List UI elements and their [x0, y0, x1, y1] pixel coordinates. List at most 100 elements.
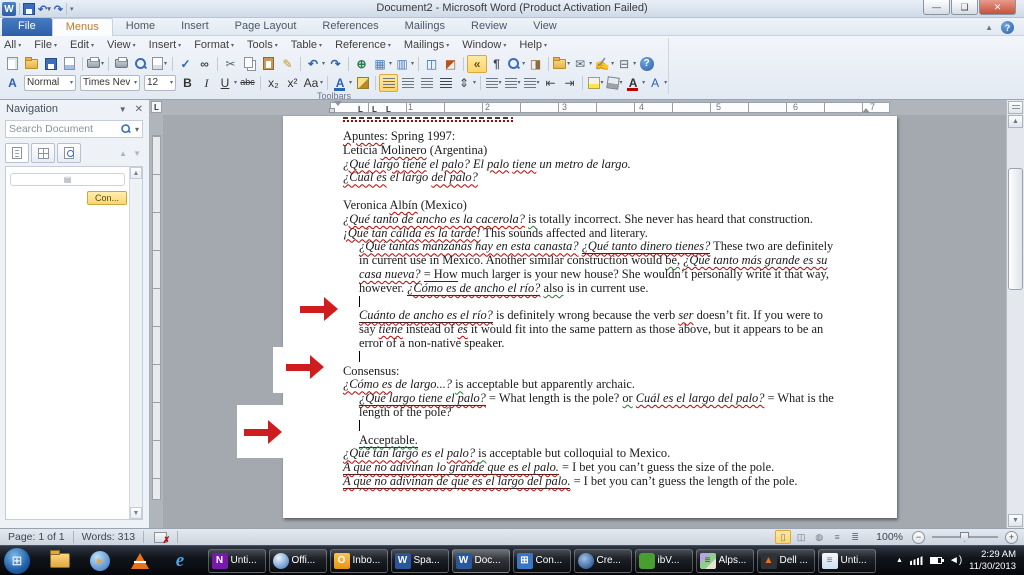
- save-button[interactable]: [41, 55, 60, 73]
- font-select[interactable]: Times Nev ▾: [80, 74, 140, 91]
- tab-review[interactable]: Review: [458, 18, 520, 36]
- tab-stop-selector[interactable]: L: [151, 101, 162, 113]
- taskbar-button[interactable]: ≡ Unti...: [817, 548, 876, 573]
- taskbar-button[interactable]: ibV...: [634, 548, 693, 573]
- taskbar-button[interactable]: N Unti...: [207, 548, 266, 573]
- search-icon[interactable]: [120, 123, 131, 134]
- numbering-button[interactable]: ▾: [484, 74, 503, 92]
- object-box-button[interactable]: ⊟ ▾: [615, 55, 637, 73]
- scroll-down-icon[interactable]: ▼: [130, 507, 142, 519]
- increase-indent-button[interactable]: ⇥: [560, 74, 579, 92]
- view-draft-button[interactable]: ≣: [847, 530, 863, 544]
- folder-tools-button[interactable]: ▾: [552, 55, 571, 73]
- size-select[interactable]: 12 ▾: [144, 74, 176, 91]
- menu-table[interactable]: Table ▾: [291, 39, 322, 51]
- tab-insert[interactable]: Insert: [168, 18, 222, 36]
- page-setup-button[interactable]: ▾: [150, 55, 169, 73]
- tab-stop-marker[interactable]: L: [358, 105, 363, 114]
- cut-button[interactable]: ✂: [221, 55, 240, 73]
- subscript-button[interactable]: x₂: [264, 74, 283, 92]
- restore-button[interactable]: ❑: [951, 0, 978, 15]
- spelling-grammar-button[interactable]: ✓: [176, 55, 195, 73]
- two-pages-view-button[interactable]: ◫: [422, 55, 441, 73]
- tab-stop-marker[interactable]: L: [386, 105, 391, 114]
- horizontal-ruler[interactable]: 1234567LLL: [163, 100, 1006, 115]
- text-highlight-color-button[interactable]: ▾: [586, 74, 605, 92]
- zoom-in-button[interactable]: +: [1005, 530, 1018, 544]
- show-hidden-icons[interactable]: ▲: [896, 557, 903, 564]
- line-spacing-button[interactable]: ⇕ ▾: [455, 74, 477, 92]
- menu-help[interactable]: Help ▾: [519, 39, 547, 51]
- character-border-button[interactable]: A ▾: [646, 74, 668, 92]
- navigation-scrollbar[interactable]: ▲ ▼: [129, 167, 142, 519]
- font-color-button[interactable]: A ▾: [624, 74, 646, 92]
- previous-result-icon[interactable]: ▲: [119, 149, 127, 158]
- multilevel-list-button[interactable]: ▾: [522, 74, 541, 92]
- clock[interactable]: 2:29 AM 11/30/2013: [969, 549, 1016, 572]
- send-mail-button[interactable]: ✉ ▾: [571, 55, 593, 73]
- hanging-indent-marker[interactable]: [329, 108, 335, 113]
- close-button[interactable]: ✕: [979, 0, 1016, 15]
- copy-button[interactable]: [240, 55, 259, 73]
- next-result-icon[interactable]: ▼: [133, 149, 141, 158]
- align-center-button[interactable]: [398, 74, 417, 92]
- taskbar-button[interactable]: Cre...: [573, 548, 632, 573]
- view-ruler-toggle[interactable]: [1008, 101, 1023, 114]
- paste-button[interactable]: [259, 55, 278, 73]
- scrollbar-thumb[interactable]: [1008, 168, 1023, 290]
- bold-button[interactable]: B: [178, 74, 197, 92]
- document-text[interactable]: Apuntes: Spring 1997: Leticia Molinero (A…: [283, 116, 897, 489]
- nav-tab-browse-results[interactable]: [57, 143, 81, 163]
- view-full-screen-reading-button[interactable]: ◫: [793, 530, 809, 544]
- align-left-button[interactable]: [379, 73, 399, 92]
- nav-tab-browse-headings[interactable]: [5, 143, 29, 163]
- zoom-out-button[interactable]: −: [912, 530, 925, 544]
- insert-table-button[interactable]: ▦ ▾: [371, 55, 393, 73]
- network-signal-icon[interactable]: [909, 556, 923, 565]
- toggle-classic-menus-button[interactable]: «: [467, 54, 488, 73]
- insert-hyperlink-button[interactable]: ⊕: [352, 55, 371, 73]
- tab-view[interactable]: View: [520, 18, 570, 36]
- strikethrough-button[interactable]: abc: [238, 74, 257, 92]
- battery-icon[interactable]: [929, 557, 944, 564]
- view-outline-button[interactable]: ≡: [829, 530, 845, 544]
- zoom-slider[interactable]: [932, 532, 998, 542]
- windows-explorer-icon[interactable]: [48, 549, 72, 573]
- undo-button[interactable]: ↶ ▾: [304, 55, 326, 73]
- new-document-button[interactable]: [3, 55, 22, 73]
- tab-stop-marker[interactable]: L: [372, 105, 377, 114]
- media-player-icon[interactable]: ▸: [88, 549, 112, 573]
- print-button[interactable]: [112, 55, 131, 73]
- format-painter-button[interactable]: ✎: [278, 55, 297, 73]
- zoom-level[interactable]: 100%: [876, 531, 903, 543]
- navigation-heading-item[interactable]: ▤: [10, 173, 125, 186]
- help-button[interactable]: ?: [637, 55, 656, 73]
- menu-view[interactable]: View ▾: [107, 39, 136, 51]
- menu-edit[interactable]: Edit ▾: [70, 39, 94, 51]
- highlight-pen-button[interactable]: [353, 74, 372, 92]
- view-web-layout-button[interactable]: ◍: [811, 530, 827, 544]
- view-print-layout-button[interactable]: ▯: [775, 530, 792, 544]
- close-pane-icon[interactable]: ✕: [135, 104, 143, 115]
- taskbar-button[interactable]: ▲ Dell ...: [756, 548, 815, 573]
- superscript-button[interactable]: x²: [283, 74, 302, 92]
- italic-button[interactable]: I: [197, 74, 216, 92]
- bullets-button[interactable]: ▾: [503, 74, 522, 92]
- formatting-marks-button[interactable]: ¶: [487, 55, 506, 73]
- menu-all[interactable]: All ▾: [4, 39, 21, 51]
- zoom-slider-thumb[interactable]: [960, 532, 969, 542]
- permission-document-button[interactable]: [60, 55, 79, 73]
- volume-icon[interactable]: ◄): [949, 555, 962, 566]
- change-case-button[interactable]: Aa ▾: [302, 74, 324, 92]
- taskbar-button[interactable]: Offi...: [268, 548, 327, 573]
- search-input[interactable]: [9, 123, 119, 135]
- zoom-tool-button[interactable]: ▾: [506, 55, 526, 73]
- style-select[interactable]: Normal ▾: [24, 74, 76, 91]
- page-indicator[interactable]: Page: 1 of 1: [0, 531, 73, 543]
- decrease-indent-button[interactable]: ⇤: [541, 74, 560, 92]
- scroll-down-icon[interactable]: ▼: [1008, 514, 1023, 527]
- signature-line-button[interactable]: ✍ ▾: [593, 55, 615, 73]
- word-count[interactable]: Words: 313: [74, 531, 144, 543]
- align-right-button[interactable]: [417, 74, 436, 92]
- find-button[interactable]: ∞: [195, 55, 214, 73]
